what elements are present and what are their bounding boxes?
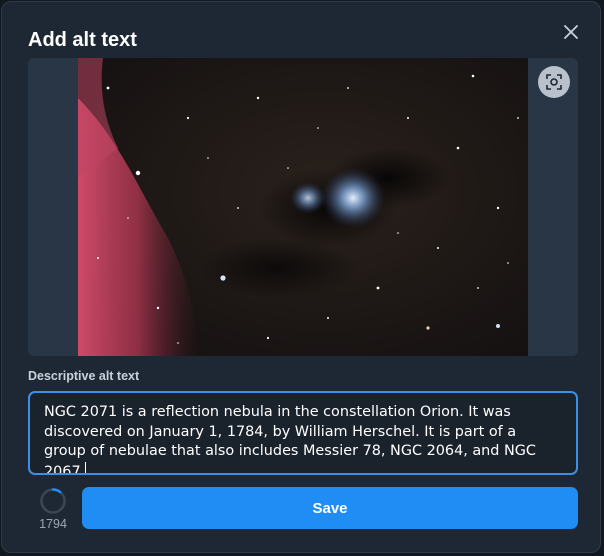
image-preview: [28, 58, 578, 356]
character-counter-ring: [40, 488, 66, 514]
text-caret: [85, 461, 87, 473]
close-icon: [564, 25, 578, 39]
dialog-title: Add alt text: [28, 29, 137, 51]
close-button[interactable]: [558, 19, 584, 45]
nebula-image: [78, 58, 528, 356]
extract-text-button[interactable]: [538, 66, 570, 98]
character-counter-value: 1794: [39, 517, 67, 531]
save-button[interactable]: Save: [82, 487, 578, 529]
alt-text-label: Descriptive alt text: [28, 369, 140, 383]
alt-text-value: NGC 2071 is a reflection nebula in the c…: [44, 404, 536, 475]
alt-text-dialog: Add alt text Descriptive alt text NGC 20…: [1, 1, 601, 553]
alt-text-input[interactable]: NGC 2071 is a reflection nebula in the c…: [28, 391, 578, 475]
scan-text-icon: [546, 74, 562, 90]
